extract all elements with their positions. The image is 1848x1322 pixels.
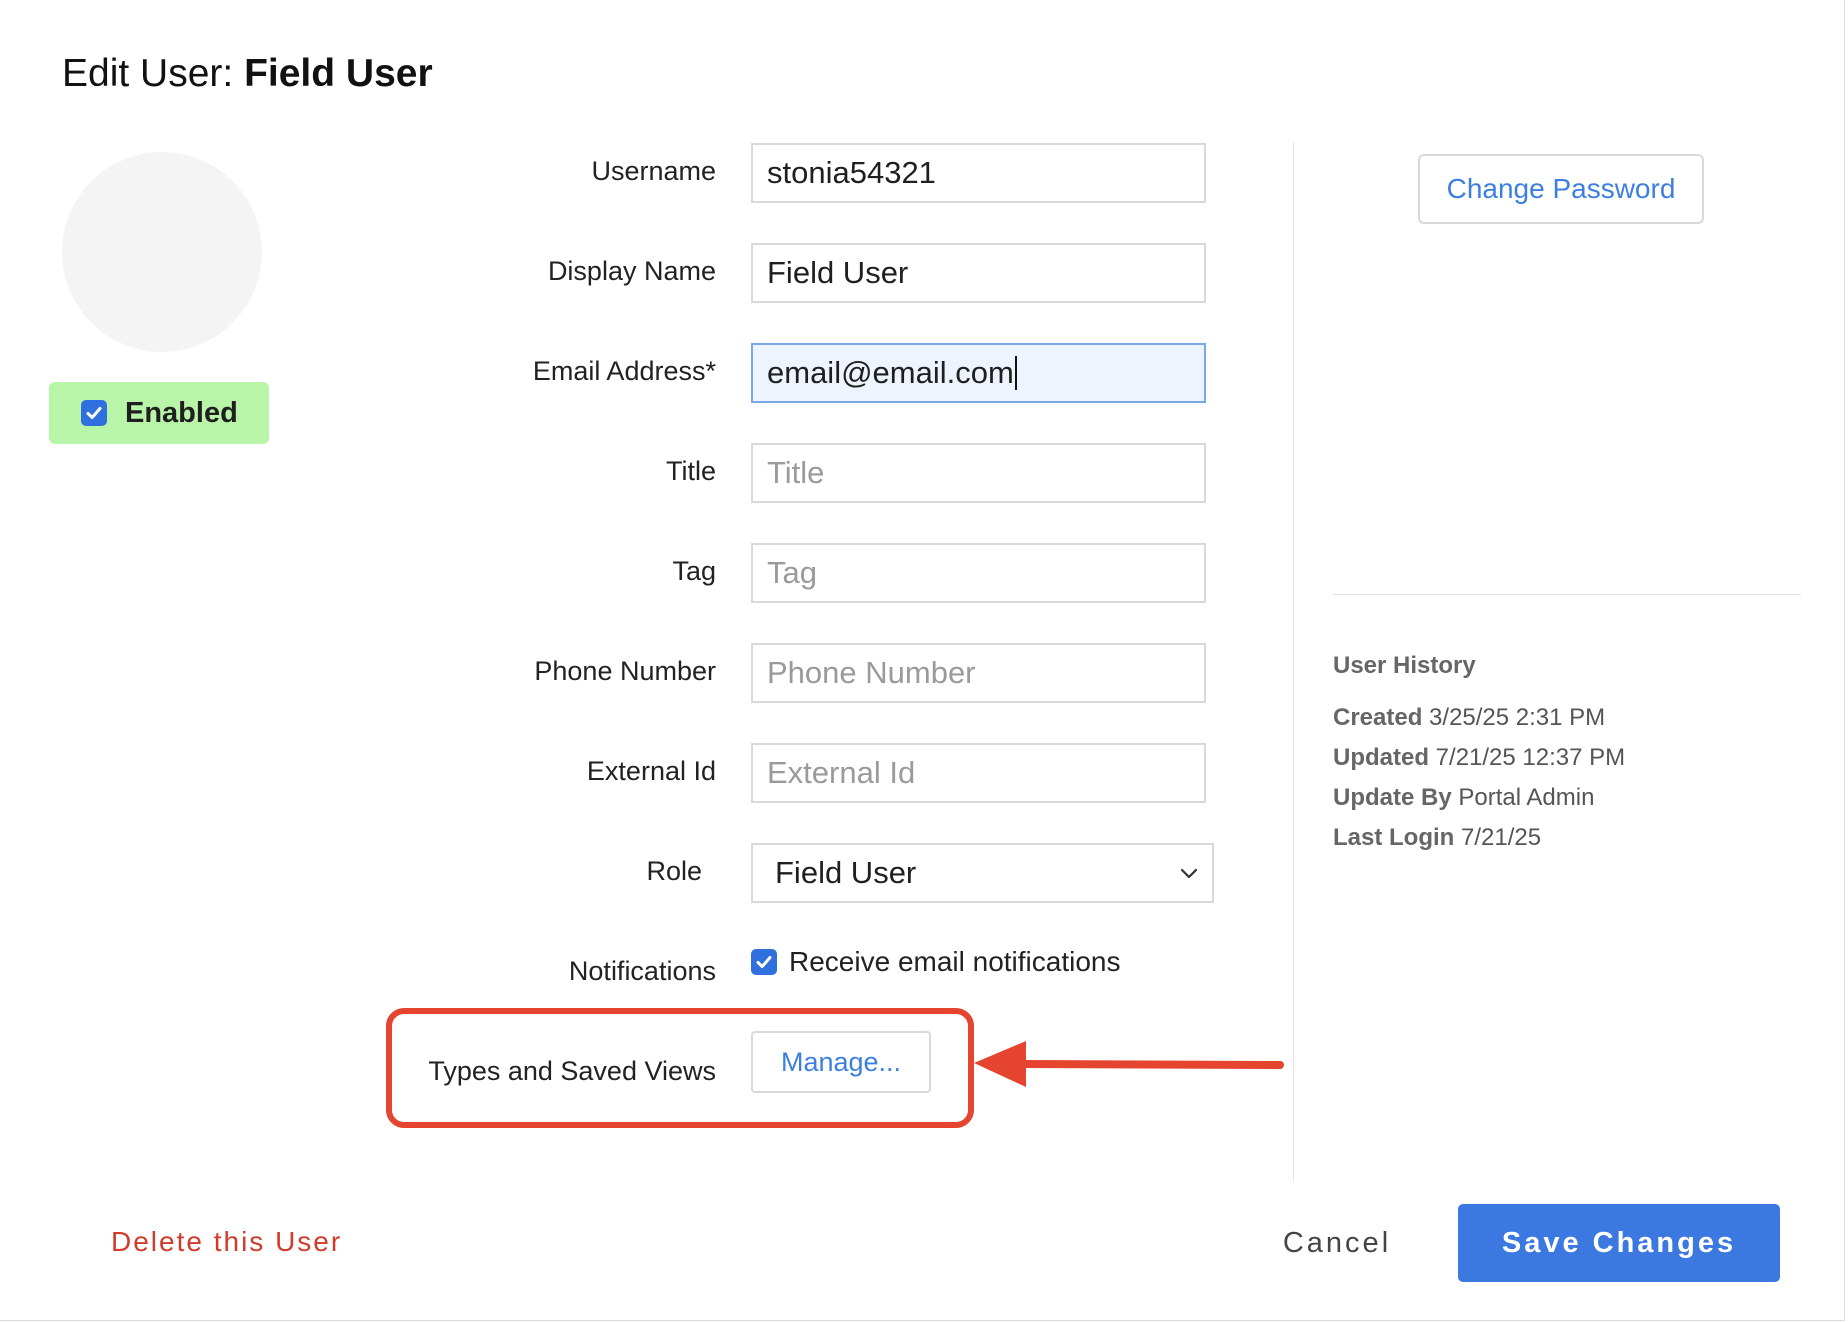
history-last-login-label: Last Login	[1333, 824, 1455, 851]
external-id-label: External Id	[586, 756, 716, 786]
display-name-input[interactable]: Field User	[751, 243, 1206, 303]
history-last-login: Last Login 7/21/25	[1333, 818, 1625, 858]
enabled-label: Enabled	[125, 396, 238, 429]
text-caret	[1014, 356, 1017, 390]
tag-input[interactable]: Tag	[751, 543, 1206, 603]
dialog-title: Edit User: Field User	[62, 50, 433, 98]
history-updated-label: Updated	[1333, 744, 1429, 771]
tag-label: Tag	[672, 556, 716, 586]
history-created: Created 3/25/25 2:31 PM	[1333, 698, 1625, 738]
history-update-by-value: Portal Admin	[1458, 784, 1595, 811]
history-last-login-value: 7/21/25	[1461, 824, 1542, 851]
role-label: Role	[646, 856, 702, 886]
check-icon	[86, 407, 102, 419]
title-label: Title	[665, 456, 716, 486]
delete-user-link[interactable]: Delete this User	[111, 1226, 342, 1258]
save-changes-button[interactable]: Save Changes	[1458, 1204, 1780, 1282]
display-name-label: Display Name	[547, 256, 716, 286]
history-created-label: Created	[1333, 704, 1423, 731]
role-selected-value: Field User	[775, 855, 917, 890]
avatar[interactable]	[62, 152, 262, 352]
role-select[interactable]: Field User	[751, 843, 1214, 903]
chevron-down-icon	[1180, 868, 1198, 879]
user-history: User History Created 3/25/25 2:31 PM Upd…	[1333, 652, 1625, 858]
username-label: Username	[591, 156, 716, 186]
history-created-value: 3/25/25 2:31 PM	[1429, 704, 1606, 731]
notifications-checkbox-label: Receive email notifications	[789, 946, 1121, 977]
notifications-option[interactable]: Receive email notifications	[751, 946, 1121, 978]
arrow-left-icon	[974, 1041, 1284, 1087]
sidebar-divider	[1333, 594, 1801, 595]
title-input[interactable]: Title	[751, 443, 1206, 503]
column-divider	[1293, 142, 1294, 1182]
enabled-toggle[interactable]: Enabled	[49, 382, 269, 444]
email-value: email@email.com	[767, 355, 1014, 390]
edit-user-dialog: Edit User: Field User Enabled Username s…	[0, 0, 1845, 1321]
history-updated: Updated 7/21/25 12:37 PM	[1333, 738, 1625, 778]
external-id-input[interactable]: External Id	[751, 743, 1206, 803]
history-updated-value: 7/21/25 12:37 PM	[1435, 744, 1626, 771]
enabled-checkbox[interactable]	[81, 400, 107, 426]
user-history-title: User History	[1333, 652, 1476, 679]
phone-input[interactable]: Phone Number	[751, 643, 1206, 703]
change-password-button[interactable]: Change Password	[1418, 154, 1704, 224]
history-update-by-label: Update By	[1333, 784, 1452, 811]
notifications-checkbox[interactable]	[751, 949, 777, 975]
annotation-highlight-box	[386, 1008, 974, 1128]
cancel-button[interactable]: Cancel	[1262, 1205, 1412, 1281]
dialog-title-prefix: Edit User:	[62, 52, 245, 95]
phone-label: Phone Number	[534, 656, 716, 686]
username-input[interactable]: stonia54321	[751, 143, 1206, 203]
history-update-by: Update By Portal Admin	[1333, 778, 1625, 818]
email-label: Email Address*	[532, 356, 716, 386]
page: Edit User: Field User Enabled Username s…	[0, 0, 1848, 1322]
check-icon	[756, 956, 772, 968]
notifications-label: Notifications	[568, 956, 716, 986]
email-input[interactable]: email@email.com	[751, 343, 1206, 403]
dialog-title-username: Field User	[244, 52, 433, 95]
